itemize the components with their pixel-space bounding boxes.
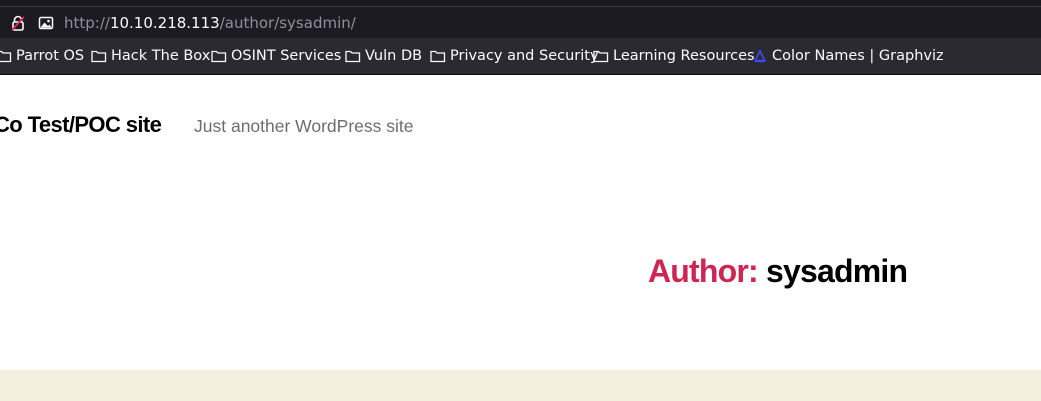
graphviz-favicon-icon xyxy=(754,49,766,63)
folder-icon xyxy=(0,50,12,63)
bookmark-hack-the-box[interactable]: Hack The Box xyxy=(91,38,210,74)
bookmark-label: Learning Resources xyxy=(613,48,755,64)
bookmark-learning-resources[interactable]: Learning Resources xyxy=(593,38,755,74)
url-protocol: http:// xyxy=(64,14,110,32)
bookmark-label: Color Names | Graphviz xyxy=(772,48,944,64)
folder-icon xyxy=(430,50,446,63)
url-path: /author/sysadmin/ xyxy=(219,14,356,32)
bookmark-parrot-os[interactable]: Parrot OS xyxy=(0,38,84,74)
folder-icon xyxy=(593,50,609,63)
folder-icon xyxy=(91,50,107,63)
bookmarks-toolbar: Parrot OS Hack The Box OSINT Services Vu… xyxy=(0,38,1041,75)
bookmark-label: OSINT Services xyxy=(231,48,342,64)
bookmark-label: Vuln DB xyxy=(365,48,423,64)
bookmark-vuln-db[interactable]: Vuln DB xyxy=(345,38,422,74)
site-description: Just another WordPress site xyxy=(194,116,414,136)
bookmark-label: Hack The Box xyxy=(111,48,211,64)
bookmark-label: Privacy and Security xyxy=(450,48,599,64)
image-permission-icon[interactable] xyxy=(38,15,54,31)
url-host: 10.10.218.113 xyxy=(109,14,220,32)
bookmark-color-names-graphviz[interactable]: Color Names | Graphviz xyxy=(752,38,944,74)
url-text[interactable]: http://10.10.218.113/author/sysadmin/ xyxy=(64,13,356,33)
bookmark-label: Parrot OS xyxy=(16,48,85,64)
page-content: Co Test/POC site Just another WordPress … xyxy=(0,75,1041,401)
archive-prefix: Author: xyxy=(648,253,759,289)
folder-icon xyxy=(211,50,227,63)
bookmark-privacy-and-security[interactable]: Privacy and Security xyxy=(430,38,599,74)
url-bar[interactable]: http://10.10.218.113/author/sysadmin/ xyxy=(0,7,1041,38)
author-name: sysadmin xyxy=(766,253,908,289)
site-title[interactable]: Co Test/POC site xyxy=(0,112,162,138)
folder-icon xyxy=(345,50,361,63)
content-band xyxy=(0,370,1041,401)
archive-title: Author: sysadmin xyxy=(648,253,908,290)
insecure-lock-icon[interactable] xyxy=(10,15,26,31)
bookmark-osint-services[interactable]: OSINT Services xyxy=(211,38,341,74)
